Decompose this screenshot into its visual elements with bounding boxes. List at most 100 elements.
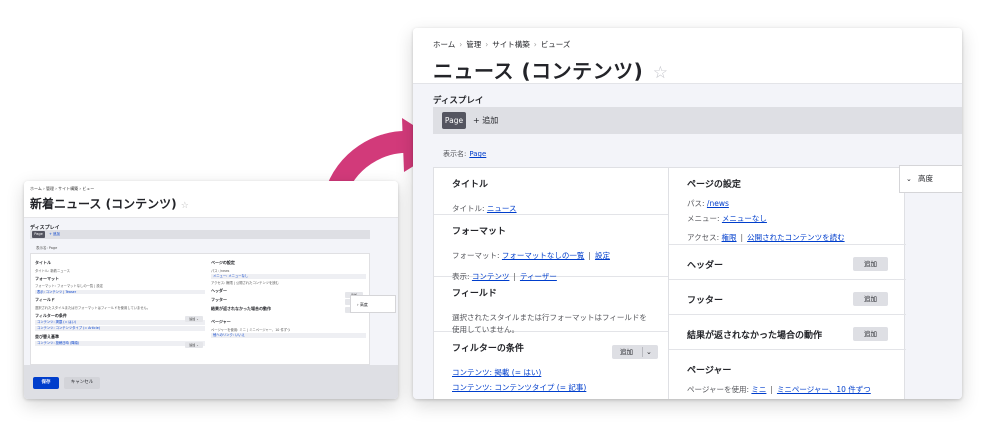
footer-add-button[interactable]: 追加 [853,292,888,306]
menu-link[interactable]: メニューなし [722,214,767,223]
filter-add-label[interactable]: 追加 [620,345,633,359]
pager-heading: ページャー [211,319,231,324]
save-button[interactable]: 保存 [33,377,59,389]
pager-detail-link[interactable]: ミニページャー、10 件ずつ [777,385,871,394]
advanced-label: 高度 [918,174,933,183]
pager-row: ページャーを使用: ミニ | ミニページャー、10 件ずつ [687,385,871,394]
title-heading: タイトル [35,260,51,265]
access-row: アクセス: 権限 | 公開されたコンテンツを読む [687,233,845,243]
display-label: ディスプレイ [433,96,484,106]
filter-item[interactable]: コンテンツ: コンテンツタイプ (= Article) [35,326,205,331]
format-value[interactable]: フォーマット: フォーマットなしの一覧 | 設定 [35,283,205,288]
breadcrumb-views[interactable]: ビューズ [541,40,571,49]
tab-add[interactable]: + 追加 [49,231,60,238]
access-value[interactable]: アクセス: 権限 | 公開されたコンテンツを読む [211,280,366,285]
small-screenshot-window: ホーム › 管理 › サイト構築 › ビュー 新着ニュース (コンテンツ) ☆ … [24,181,398,399]
sort-add-button[interactable]: 追加 ⌄ [185,342,203,348]
fields-heading: フィールド [452,289,497,299]
access-permission-link[interactable]: 権限 [722,233,737,242]
sort-heading: 並び替え基準 [35,333,59,339]
breadcrumb-separator: › [459,40,463,49]
display-name: 表示名: Page [443,149,486,159]
breadcrumb: ホーム › 管理 › サイト構築 › ビュー [30,186,95,191]
breadcrumb-admin[interactable]: 管理 [466,40,481,49]
filter-item[interactable]: コンテンツ: 掲載 (= はい) [35,320,205,325]
chevron-down-icon: ⌄ [906,175,912,183]
header-add-button[interactable]: 追加 [853,257,888,271]
format-section: フォーマット フォーマット: フォーマットなしの一覧 | 設定 表示: コンテンツ |… [434,215,668,281]
no-results-heading: 結果が返されなかった場合の動作 [211,306,271,311]
tab-page[interactable]: Page [32,231,45,238]
breadcrumb-home[interactable]: ホーム [433,40,455,49]
pager-section: ページャー ページャーを使用: ミニ | ミニページャー、10 件ずつ [669,350,906,399]
title-heading: タイトル [452,180,489,190]
cancel-button[interactable]: キャンセル [64,377,100,389]
header-section: ヘッダー 追加 [669,245,906,280]
star-icon[interactable]: ☆ [181,201,189,211]
fields-section: フィールド 選択されたスタイルまたは行フォーマットはフィールドを使用していません… [434,277,668,334]
format-heading: フォーマット [452,227,507,237]
display-name[interactable]: 表示名: Page [36,246,57,251]
filter-add-dropdown[interactable]: 追加 ⌄ [612,345,658,359]
breadcrumb: ホーム › 管理 › サイト構築 › ビューズ [433,39,942,50]
display-tabs: Page + 追加 [433,107,962,134]
page-settings-heading: ページの設定 [211,260,235,265]
advanced-toggle[interactable]: › 高度 [350,295,396,313]
no-results-add-button[interactable]: 追加 [853,327,888,341]
filter-item: コンテンツ: コンテンツタイプ (= 記事) [452,382,650,394]
footer-heading: フッター [211,297,227,302]
large-screenshot-window: ホーム › 管理 › サイト構築 › ビューズ ニュース (コンテンツ) ☆ ディスプレイ … [413,28,962,399]
breadcrumb-separator: › [485,40,489,49]
display-tabs: Page + 追加 [30,230,370,239]
right-column: ページの設定 パス: /news メニュー: メニューなし アクセス: 権限 |… [211,257,366,338]
display-name-label: 表示名: [443,150,467,158]
title-section: タイトル タイトル: ニュース [434,168,668,215]
format-row: フォーマット: フォーマットなしの一覧 | 設定 [452,251,610,260]
more-link-value[interactable]: 他へのリンク: いいえ [211,333,366,338]
tab-add[interactable]: + 追加 [473,112,498,129]
page-settings-heading: ページの設定 [687,180,741,190]
breadcrumb-site[interactable]: サイト構築 [492,40,530,49]
menu-value[interactable]: メニュー: メニューなし [211,274,366,279]
filter-item: コンテンツ: 掲載 (= はい) [452,367,650,379]
no-results-section: 結果が返されなかった場合の動作 追加 [669,315,906,350]
left-column: タイトル タイトル: 新着ニュース フォーマット フォーマット: フォーマットな… [35,257,205,346]
access-read-link[interactable]: 公開されたコンテンツを読む [747,233,845,242]
tab-page[interactable]: Page [442,112,466,129]
sort-item[interactable]: コンテンツ: 投稿日時 (降順) [35,341,205,346]
path-link[interactable]: /news [707,199,729,208]
pager-value[interactable]: ページャーを使用: ミニ | ミニページャー、10 件ずつ [211,327,366,332]
form-actions: 保存 キャンセル [24,365,398,399]
filter-section: フィルターの条件 追加 ⌄ コンテンツ: 掲載 (= はい) コンテンツ: コン… [434,332,668,399]
left-column: タイトル タイトル: ニュース フォーマット フォーマット: フォーマットなしの… [434,168,669,399]
footer-section: フッター 追加 [669,280,906,315]
page-settings-section: ページの設定 パス: /news メニュー: メニューなし アクセス: 権限 | 公… [669,168,906,245]
filter-published-link[interactable]: コンテンツ: 掲載 (= はい) [452,368,541,377]
pager-heading: ページャー [687,366,732,376]
format-heading: フォーマット [35,275,59,281]
path-row: パス: /news [687,199,729,208]
filter-type-link[interactable]: コンテンツ: コンテンツタイプ (= 記事) [452,383,586,392]
right-column: ページの設定 パス: /news メニュー: メニューなし アクセス: 権限 | 公… [669,168,906,399]
page-title: 新着ニュース (コンテンツ) ☆ [30,197,189,211]
pager-mini-link[interactable]: ミニ [751,385,766,394]
menu-row: メニュー: メニューなし [687,213,767,223]
show-value[interactable]: 表示: コンテンツ | Teaser [35,289,205,294]
dropdown-divider [642,347,643,357]
fields-heading: フィールド [35,297,55,302]
format-link[interactable]: フォーマットなしの一覧 [502,251,585,260]
advanced-toggle[interactable]: ⌄ 高度 [899,165,962,193]
title-value[interactable]: タイトル: 新着ニュース [35,268,205,273]
filter-add-button[interactable]: 追加 ⌄ [185,316,203,322]
title-link[interactable]: ニュース [487,204,517,213]
format-settings-link[interactable]: 設定 [595,251,610,260]
settings-panel: タイトル タイトル: ニュース フォーマット フォーマット: フォーマットなしの… [433,167,906,399]
page-title: ニュース (コンテンツ) ☆ [433,59,669,83]
title-row: タイトル: ニュース [452,204,517,213]
chevron-down-icon[interactable]: ⌄ [646,345,652,359]
path-value[interactable]: パス: /news [211,268,366,273]
fields-text: 選択されたスタイルまたは行フォーマットはフィールドを使用していません。 [35,305,151,310]
star-icon[interactable]: ☆ [653,63,669,83]
filter-heading: フィルターの条件 [35,312,67,318]
display-name-link[interactable]: Page [469,150,486,158]
